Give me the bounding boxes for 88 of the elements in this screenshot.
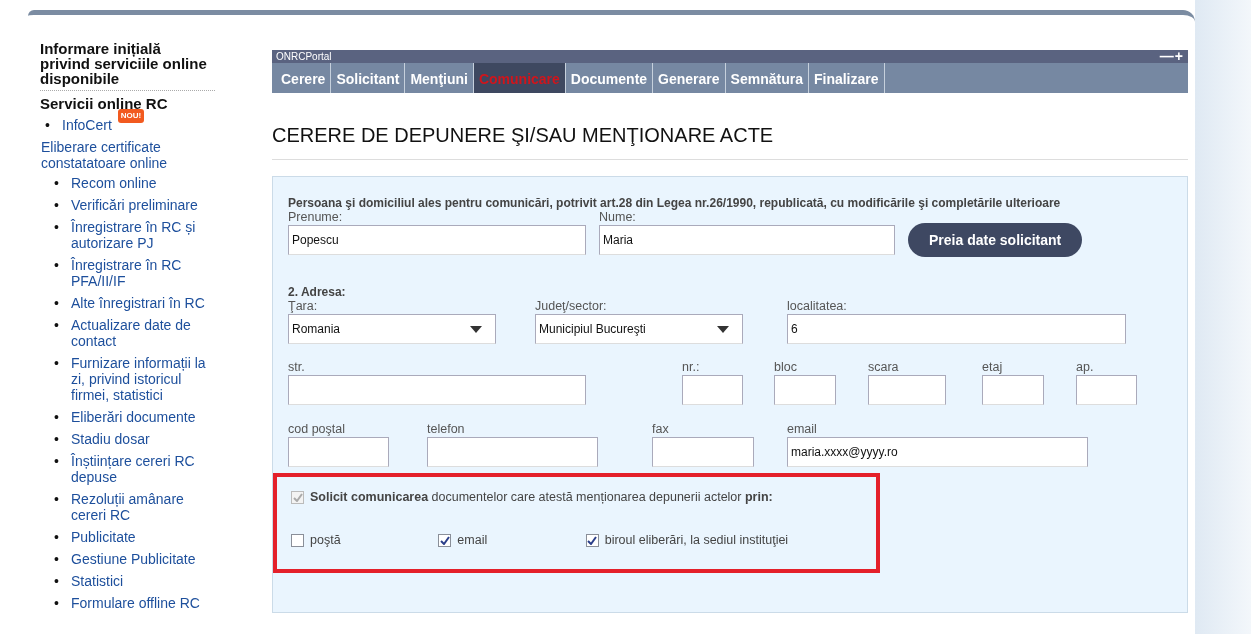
bullet: • — [54, 219, 60, 235]
bullet: • — [54, 175, 60, 191]
bullet: • — [54, 529, 60, 545]
bullet: • — [54, 491, 60, 507]
tab[interactable]: Solicitant — [331, 63, 406, 93]
field-value: Maria — [603, 232, 633, 249]
field-label: ap. — [1076, 360, 1095, 375]
bullet: • — [54, 355, 60, 371]
bullet: • — [54, 431, 60, 447]
caret-icon — [717, 325, 729, 333]
input-field[interactable] — [1076, 375, 1137, 405]
sidebar-heading: Informare inițială privind serviciile online disponibile — [40, 41, 215, 91]
portal-title: ONRCPortal — [276, 50, 332, 63]
fill-button[interactable]: Preia date solicitant — [908, 223, 1083, 257]
field-label: Ţara: — [288, 299, 319, 314]
field-value: maria.xxxx@yyyy.ro — [791, 444, 898, 461]
sidebar-link[interactable]: Actualizare date de contact — [71, 317, 221, 349]
bullet: • — [54, 409, 60, 425]
field-label: Judeţ/sector: — [535, 299, 608, 314]
window-controls[interactable]: —+ — [1159, 50, 1184, 63]
bullet: • — [54, 453, 60, 469]
caret-icon — [470, 325, 482, 333]
input-field[interactable] — [288, 375, 586, 405]
input-field[interactable]: Maria — [599, 225, 895, 255]
bullet: • — [54, 257, 60, 273]
sidebar-link[interactable]: Înștiințare cereri RC depuse — [71, 453, 221, 485]
bullet: • — [54, 317, 60, 333]
sidebar-link[interactable]: Eliberări documente — [71, 409, 221, 425]
sidebar-link[interactable]: InfoCert — [62, 117, 112, 133]
field-label: cod poştal — [288, 422, 346, 437]
sidebar-link[interactable]: Recom online — [71, 175, 221, 191]
field-label: str. — [288, 360, 306, 375]
tab[interactable]: Semnătura — [725, 63, 809, 93]
bullet: • — [54, 295, 60, 311]
input-field[interactable] — [288, 437, 389, 467]
field-label: etaj — [982, 360, 1004, 375]
bullet: • — [54, 197, 60, 213]
input-field[interactable] — [682, 375, 743, 405]
field-label: localitatea: — [787, 299, 848, 314]
input-field[interactable] — [774, 375, 836, 405]
sidebar-link[interactable]: Rezoluții amânare cereri RC — [71, 491, 221, 523]
input-field[interactable]: 6 — [787, 314, 1126, 344]
option-label: biroul eliberări, la sediul instituţiei — [604, 531, 789, 549]
sidebar-link[interactable]: Gestiune Publicitate — [71, 551, 221, 567]
input-field[interactable] — [427, 437, 598, 467]
sidebar-link[interactable]: Furnizare informații la zi, privind istoricul firmei, statistici — [71, 355, 221, 403]
sidebar-link[interactable]: Stadiu dosar — [71, 431, 221, 447]
input-field[interactable] — [982, 375, 1044, 405]
input-field[interactable]: Popescu — [288, 225, 586, 255]
field-label: Prenume: — [288, 210, 344, 225]
sidebar-link[interactable]: Înregistrare în RC și autorizare PJ — [71, 219, 221, 251]
option-label: email — [457, 531, 488, 549]
sidebar-link[interactable]: Publicitate — [71, 529, 221, 545]
field-value: 6 — [791, 321, 798, 338]
input-field[interactable] — [652, 437, 754, 467]
bullet: • — [54, 551, 60, 567]
sidebar-link[interactable]: Formulare offline RC — [71, 595, 221, 611]
tab[interactable]: Finalizare — [808, 63, 885, 93]
tab[interactable]: Generare — [653, 63, 726, 93]
tab[interactable]: Menţiuni — [405, 63, 474, 93]
sidebar-description: Eliberare certificate constatatoare online — [40, 139, 169, 171]
consent-text: Solicit comunicarea documentelor care atestă menționarea depunerii actelor prin: — [310, 489, 773, 506]
new-badge: NOU! — [117, 109, 145, 123]
input-field[interactable] — [868, 375, 946, 405]
sidebar-link[interactable]: Alte înregistrari în RC — [71, 295, 221, 311]
field-label: telefon — [427, 422, 466, 437]
field-label: nr.: — [682, 360, 701, 375]
field-label: bloc — [774, 360, 798, 375]
bullet: • — [54, 573, 60, 589]
page-title: CERERE DE DEPUNERE ŞI/SAU MENŢIONARE ACTE — [272, 123, 1188, 160]
dropdown[interactable]: Municipiul Bucureşti — [535, 314, 743, 344]
sidebar-link[interactable]: Statistici — [71, 573, 221, 589]
sidebar-link[interactable]: Înregistrare în RC PFA/II/IF — [71, 257, 221, 289]
field-label: scara — [868, 360, 900, 375]
field-value: Popescu — [292, 232, 339, 249]
tab[interactable]: Cerere — [276, 63, 332, 93]
option-label: poştă — [310, 531, 341, 549]
input-field[interactable]: maria.xxxx@yyyy.ro — [787, 437, 1088, 467]
field-label: fax — [652, 422, 670, 437]
field-label: email — [787, 422, 818, 437]
bullet: • — [45, 117, 51, 133]
field-label: Nume: — [599, 210, 637, 225]
form-intro: Persoana şi domiciliul ales pentru comunicări, potrivit art.28 din Legea nr.26/1990, republicată, cu modificările şi completările ulterioare — [288, 196, 1062, 210]
sidebar-link[interactable]: Verificări preliminare — [71, 197, 221, 213]
bullet: • — [54, 595, 60, 611]
section-heading: 2. Adresa: — [288, 285, 347, 299]
dropdown[interactable]: Romania — [288, 314, 496, 344]
tab[interactable]: Documente — [565, 63, 654, 93]
